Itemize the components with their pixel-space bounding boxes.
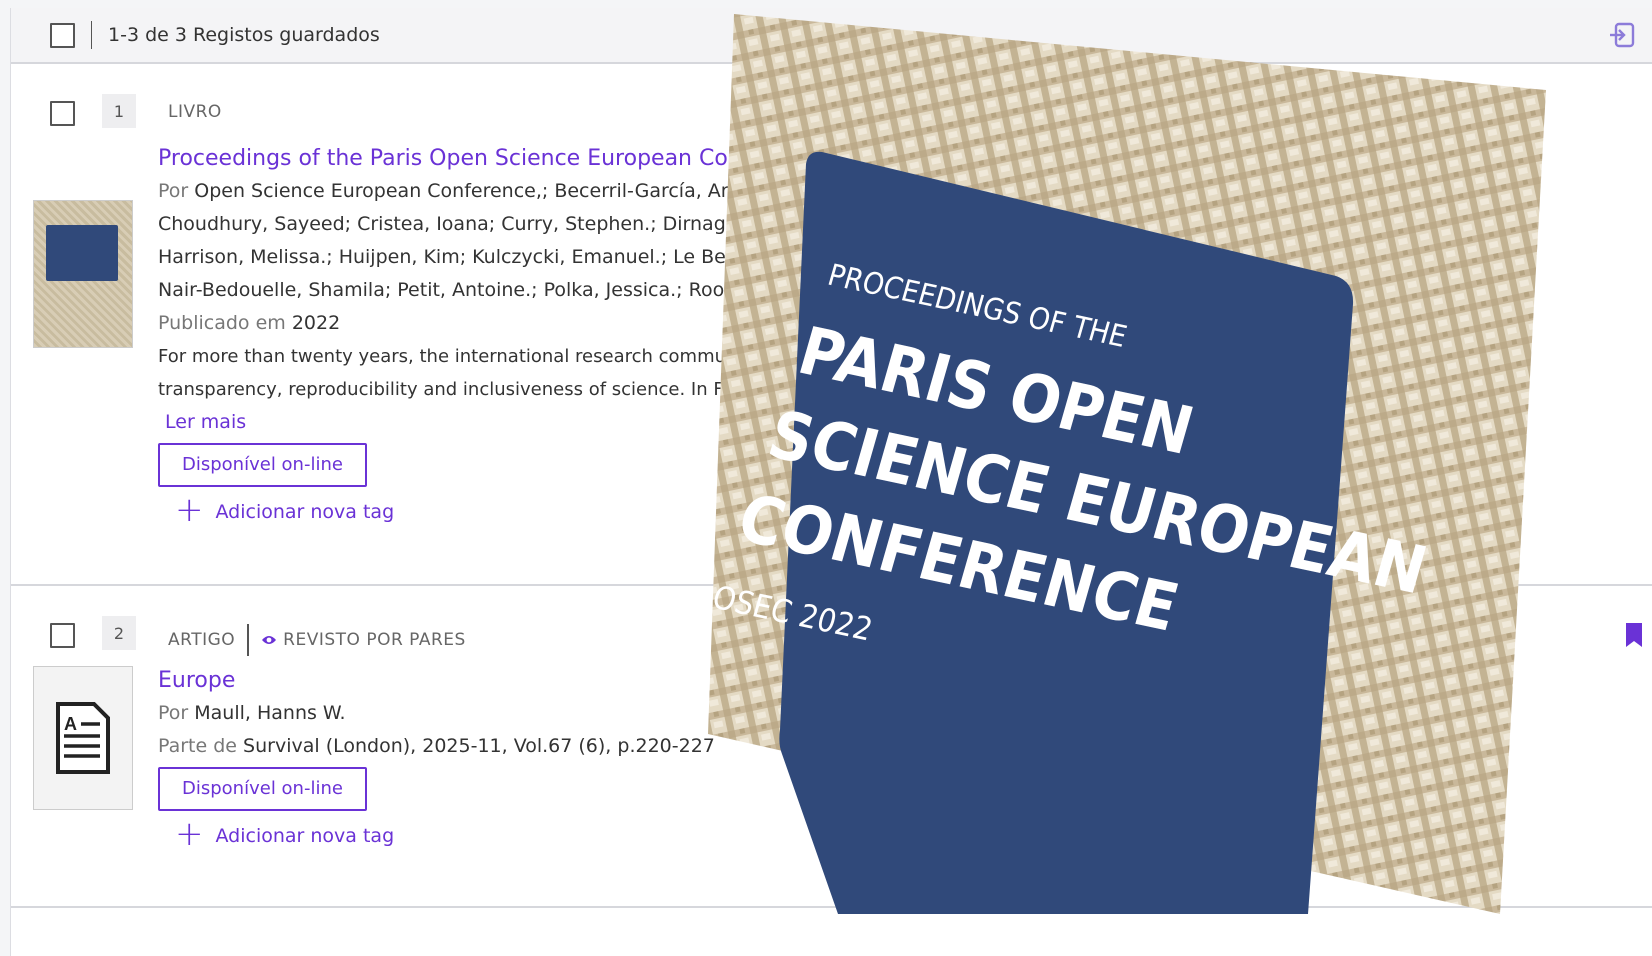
article-thumbnail[interactable]: A xyxy=(33,666,133,810)
select-all-checkbox[interactable] xyxy=(50,22,75,48)
author-prefix: Por xyxy=(158,180,189,202)
eye-icon xyxy=(262,636,277,644)
author-text[interactable]: Open Science European Conference,; Becer… xyxy=(194,180,745,202)
screen: 1-3 de 3 Registos guardados 1 LIVRO Proc… xyxy=(0,0,1652,956)
type-divider xyxy=(247,624,250,656)
record-checkbox[interactable] xyxy=(50,101,75,126)
add-tag-label: Adicionar nova tag xyxy=(215,501,395,523)
header-divider xyxy=(91,21,92,49)
add-tag-label: Adicionar nova tag xyxy=(215,825,395,847)
record-type-line: ARTIGO REVISTO POR PARES xyxy=(168,624,466,656)
available-online-button[interactable]: Disponível on-line xyxy=(158,443,367,487)
record-number: 2 xyxy=(102,616,136,650)
record-type-line: LIVRO xyxy=(168,102,222,122)
published-prefix: Publicado em xyxy=(158,312,286,334)
svg-text:A: A xyxy=(64,714,77,734)
sign-in-icon[interactable] xyxy=(1608,21,1636,49)
document-icon: A xyxy=(56,702,110,774)
record-checkbox[interactable] xyxy=(50,623,75,648)
author-prefix: Por xyxy=(158,702,189,724)
part-of-prefix: Parte de xyxy=(158,735,237,757)
book-cover-thumbnail[interactable] xyxy=(33,200,133,348)
book-cover-overlay: PROCEEDINGS OF THE PARIS OPEN SCIENCE EU… xyxy=(708,14,1546,914)
record-number: 1 xyxy=(102,94,136,128)
results-count: 1-3 de 3 Registos guardados xyxy=(108,24,380,46)
record-type: ARTIGO xyxy=(168,630,236,650)
plus-icon: + xyxy=(175,814,204,854)
available-online-button[interactable]: Disponível on-line xyxy=(158,767,367,811)
plus-icon: + xyxy=(175,490,204,530)
published-year: 2022 xyxy=(291,312,341,334)
cover-thumbnail-panel xyxy=(46,225,118,281)
part-of-text[interactable]: Survival (London), 2025-11, Vol.67 (6), … xyxy=(243,735,715,757)
bookmark-icon[interactable] xyxy=(1624,622,1644,648)
peer-reviewed-label: REVISTO POR PARES xyxy=(283,630,466,650)
record-type: LIVRO xyxy=(168,102,222,122)
author-text[interactable]: Maull, Hanns W. xyxy=(194,702,345,724)
